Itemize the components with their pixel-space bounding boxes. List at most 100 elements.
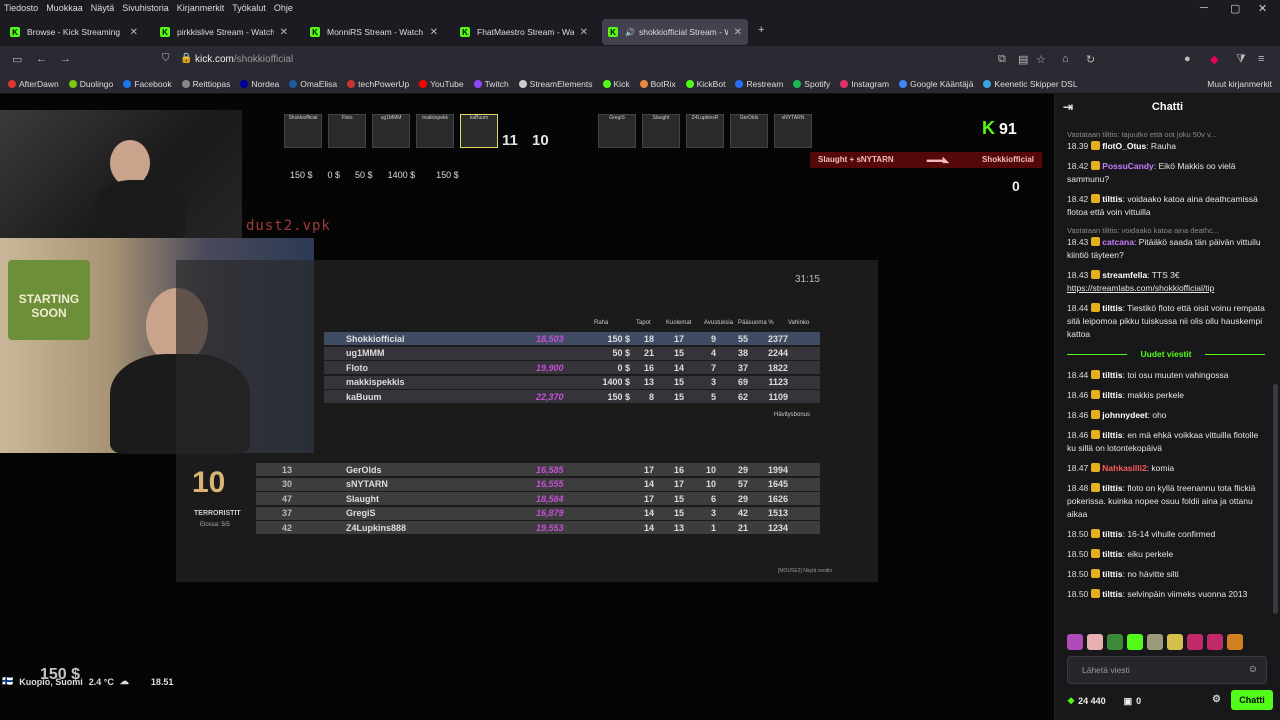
tab-browse[interactable]: K Browse - Kick Streaming ✕	[4, 19, 144, 45]
menu-item-4[interactable]: Kirjanmerkit	[177, 3, 225, 13]
tab-monnirs[interactable]: K MonniRS Stream - Watch Li ✕	[304, 19, 444, 45]
picture-in-picture-icon[interactable]: ⧉	[998, 53, 1006, 66]
close-icon[interactable]: ✕	[580, 27, 588, 38]
menu-item-6[interactable]: Ohje	[274, 3, 293, 13]
score-t: 10	[532, 132, 549, 149]
menu-item-2[interactable]: Näytä	[91, 3, 115, 13]
message-username[interactable]: PossuCandy	[1102, 161, 1154, 171]
bookmark-1[interactable]: Duolingo	[68, 78, 114, 89]
close-icon[interactable]: ✕	[430, 27, 438, 38]
bookmark-10[interactable]: Kick	[602, 79, 630, 89]
chat-input[interactable]: Lähetä viesti ☺	[1067, 656, 1267, 684]
stat-a: 3	[710, 508, 716, 518]
bookmark-12[interactable]: KickBot	[685, 79, 725, 89]
menu-item-5[interactable]: Työkalut	[232, 3, 266, 13]
bookmark-4[interactable]: Nordea	[240, 79, 279, 89]
reader-icon[interactable]: ▤	[1018, 53, 1028, 66]
message-username[interactable]: tilttis	[1102, 430, 1122, 440]
bookmark-label: Duolingo	[79, 78, 114, 89]
message-username[interactable]: catcana	[1102, 237, 1134, 247]
emote-icon[interactable]	[1087, 634, 1103, 650]
emote-icon[interactable]	[1207, 634, 1223, 650]
close-icon[interactable]: ✕	[130, 27, 138, 38]
bookmark-2[interactable]: Facebook	[123, 79, 172, 89]
send-chat-button[interactable]: Chatti	[1231, 690, 1273, 710]
message-link[interactable]: https://streamlabs.com/shokkiofficial/ti…	[1067, 283, 1214, 293]
message-text: : eiku perkele	[1122, 549, 1174, 559]
bookmark-7[interactable]: YouTube	[419, 79, 464, 89]
close-icon[interactable]: ✕	[280, 27, 288, 38]
message-username[interactable]: tilttis	[1102, 194, 1122, 204]
message-username[interactable]: tilttis	[1102, 569, 1122, 579]
message-username[interactable]: tilttis	[1102, 303, 1122, 313]
extensions-icon[interactable]: ⧩	[1236, 53, 1246, 66]
bookmark-6[interactable]: techPowerUp	[347, 79, 409, 89]
extension-badge-icon[interactable]: ◆	[1210, 53, 1218, 66]
emote-icon[interactable]	[1227, 634, 1243, 650]
close-icon[interactable]: ✕	[734, 27, 742, 38]
message-username[interactable]: tilttis	[1102, 483, 1122, 493]
emote-icon[interactable]	[1147, 634, 1163, 650]
home-icon[interactable]: ⌂	[1062, 53, 1069, 65]
message-username[interactable]: tilttis	[1102, 589, 1122, 599]
chat-message: 18.50 tilttis: selvinpäin viimeks vuonna …	[1067, 588, 1265, 601]
address-bar[interactable]: kick.com/shokkiofficial	[195, 54, 293, 65]
menu-icon[interactable]: ≡	[1258, 53, 1264, 65]
bookmark-0[interactable]: AfterDawn	[8, 79, 59, 89]
emote-icon[interactable]	[1107, 634, 1123, 650]
tab-pirkkislive[interactable]: Kpirkkislive Stream - Watch Li ✕	[154, 19, 294, 45]
bookmark-14[interactable]: Spotify	[793, 79, 830, 89]
bookmark-13[interactable]: Restream	[735, 79, 783, 89]
chat-message: Vastataan tilttis: voidaako katoa aina d…	[1067, 226, 1265, 262]
bookmark-15[interactable]: Instagram	[840, 79, 889, 89]
tab-shokkiofficial[interactable]: K🔊shokkiofficial Stream - Watc✕	[602, 19, 748, 45]
collapse-chat-icon[interactable]: ⇥	[1063, 100, 1073, 114]
tab-fhatmaestro[interactable]: KFhatMaestro Stream - Watch✕	[454, 19, 594, 45]
menu-item-3[interactable]: Sivuhistoria	[122, 3, 169, 13]
emote-icon[interactable]	[1127, 634, 1143, 650]
menu-item-0[interactable]: Tiedosto	[4, 3, 38, 13]
account-icon[interactable]: ●	[1184, 53, 1191, 65]
emote-icon[interactable]	[1187, 634, 1203, 650]
other-bookmarks[interactable]: Muut kirjanmerkit	[1207, 79, 1272, 89]
message-username[interactable]: flotO_Otus	[1102, 141, 1146, 151]
message-username[interactable]: streamfella	[1102, 270, 1147, 280]
forward-icon[interactable]: →	[60, 53, 71, 65]
shield-icon[interactable]: ⛉	[162, 53, 170, 64]
ct-player-row: makkispekkis 1400 $ 13 15 3 69 1123	[324, 375, 820, 389]
message-username[interactable]: Nahkasilli2	[1102, 463, 1146, 473]
player-number: 30	[281, 479, 292, 489]
message-username[interactable]: johnnydeet	[1102, 410, 1147, 420]
message-username[interactable]: tilttis	[1102, 529, 1122, 539]
message-username[interactable]: tilttis	[1102, 549, 1122, 559]
chat-message: 18.42 PossuCandy: Eikö Makkis oo vielä sa…	[1067, 160, 1265, 186]
bookmark-16[interactable]: Google Kääntäjä	[899, 79, 973, 89]
lock-icon[interactable]: 🔒	[180, 53, 192, 64]
window-close-icon[interactable]: ✕	[1258, 2, 1267, 15]
emote-icon[interactable]	[1167, 634, 1183, 650]
emoji-icon[interactable]: ☺	[1248, 664, 1258, 675]
back-icon[interactable]: ←	[36, 53, 47, 65]
reload-icon[interactable]: ↻	[1086, 53, 1095, 66]
sidebar-icon[interactable]: ▭	[12, 53, 22, 66]
new-tab-icon[interactable]: +	[758, 24, 764, 36]
player-number: 13	[281, 464, 292, 475]
video-player[interactable]: STARTING SOON Shokkiofficial Floto ug1MMM m…	[0, 94, 1054, 720]
bookmark-11[interactable]: BotRix	[639, 79, 676, 89]
bookmark-17[interactable]: Keenetic Skipper DSL	[983, 79, 1078, 89]
maximize-icon[interactable]: ▢	[1230, 2, 1240, 15]
bookmark-star-icon[interactable]: ☆	[1036, 53, 1046, 66]
bookmark-3[interactable]: Reittiopas	[181, 79, 230, 89]
message-username[interactable]: tilttis	[1102, 370, 1122, 380]
gear-icon[interactable]: ⚙	[1212, 694, 1221, 705]
bookmark-5[interactable]: OmaElisa	[289, 79, 337, 89]
bookmark-9[interactable]: StreamElements	[518, 79, 593, 89]
bookmark-8[interactable]: Twitch	[473, 79, 509, 89]
menu-item-1[interactable]: Muokkaa	[46, 3, 83, 13]
chat-scrollbar[interactable]	[1273, 384, 1278, 614]
minimize-icon[interactable]: ─	[1200, 2, 1208, 14]
emote-icon[interactable]	[1067, 634, 1083, 650]
message-username[interactable]: tilttis	[1102, 390, 1122, 400]
subscriber-badge-icon	[1091, 589, 1101, 598]
bookmark-icon	[685, 79, 694, 88]
